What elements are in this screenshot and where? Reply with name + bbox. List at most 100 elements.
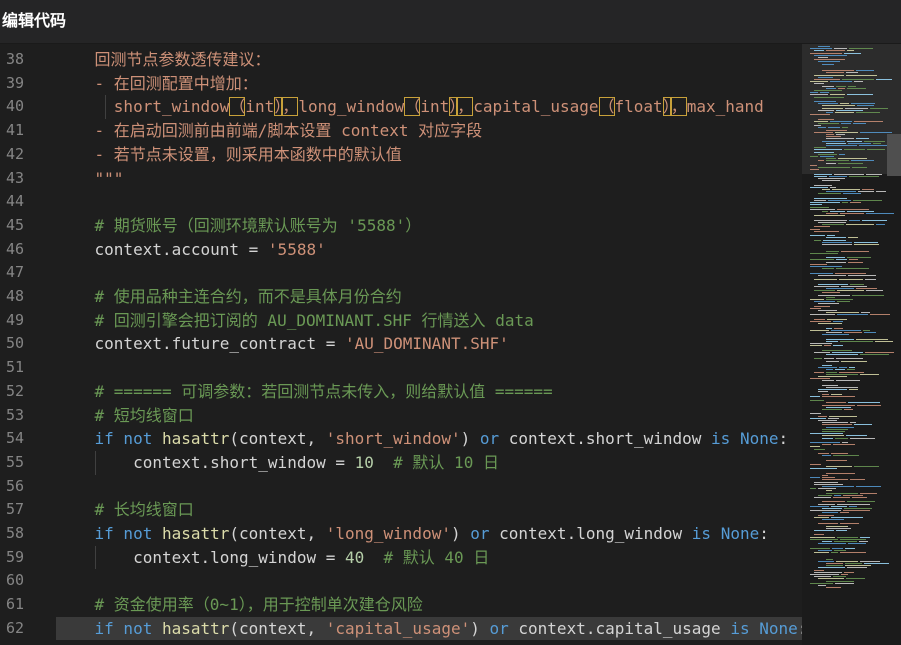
minimap-line: [854, 241, 878, 243]
minimap-line: [842, 79, 874, 80]
minimap-line: [818, 61, 840, 63]
minimap-line: [829, 415, 857, 417]
minimap-line: [822, 519, 844, 520]
code-line[interactable]: context.short_window = 10 # 默认 10 日: [56, 451, 499, 475]
code-token: 40: [344, 547, 365, 567]
code-line[interactable]: # 期货账号（回测环境默认账号为 '5588'）: [56, 214, 422, 238]
minimap-line: [826, 466, 852, 468]
minimap-line: [836, 530, 847, 531]
minimap-line: [818, 560, 834, 562]
code-token: hasattr: [161, 429, 230, 449]
minimap-line: [818, 57, 828, 58]
minimap-line: [826, 296, 835, 298]
minimap-line: [814, 59, 845, 61]
code-line[interactable]: - 在启动回测前由前端/脚本设置 context 对应字段: [56, 119, 483, 143]
minimap-line: [826, 360, 839, 362]
minimap-line: [814, 125, 821, 127]
minimap-line: [826, 136, 841, 138]
minimap-line: [822, 435, 844, 437]
minimap-line: [822, 224, 844, 226]
minimap-line: [822, 334, 849, 336]
code-line-current[interactable]: if not hasattr(context, 'capital_usage')…: [56, 616, 802, 641]
minimap-line: [845, 563, 862, 564]
minimap-line: [830, 211, 845, 212]
minimap-line: [810, 266, 842, 267]
minimap-line: [814, 318, 825, 320]
code-line[interactable]: # 长均线窗口: [56, 498, 194, 522]
minimap-line: [870, 107, 888, 109]
minimap-line: [836, 109, 863, 111]
code-text-area[interactable]: 回测节点参数透传建议： - 在回测配置中增加： short_window（int…: [56, 44, 802, 645]
line-number: 52: [5, 381, 24, 400]
minimap-line: [822, 384, 838, 386]
editor-area[interactable]: 38 39 40 41 42 43 44 45 46 47 48 49 50 51 52 53 54 55 56 57…: [0, 44, 901, 645]
minimap-line: [818, 283, 848, 285]
minimap-line: [826, 312, 859, 314]
code-line[interactable]: if not hasattr(context, 'short_window') …: [56, 427, 789, 451]
minimap-line: [822, 541, 832, 542]
minimap-line: [822, 85, 834, 87]
code-line[interactable]: context.future_contract = 'AU_DOMINANT.S…: [56, 332, 509, 356]
minimap-line: [826, 145, 857, 146]
minimap-line: [810, 574, 839, 575]
minimap-line: [810, 378, 830, 380]
minimap-line: [844, 571, 854, 573]
code-line[interactable]: context.account = '5588': [56, 238, 326, 262]
minimap-line: [835, 369, 845, 371]
minimap-line: [841, 285, 867, 287]
code-token: hasattr: [161, 618, 230, 638]
minimap-line: [854, 81, 863, 83]
line-number: 49: [5, 310, 24, 329]
minimap-line: [857, 404, 881, 406]
minimap-line: [814, 285, 839, 287]
minimap-line: [814, 131, 833, 133]
minimap-line: [814, 576, 831, 578]
vertical-scrollbar[interactable]: [887, 44, 901, 645]
code-token: or: [489, 618, 509, 638]
minimap-line: [814, 151, 834, 153]
code-token: is None: [730, 618, 798, 638]
minimap-line: [844, 332, 862, 333]
minimap-line: [840, 512, 849, 514]
code-token: 'short_window': [325, 429, 461, 449]
minimap-line: [824, 345, 831, 347]
minimap-line: [820, 92, 829, 94]
minimap-line: [847, 211, 874, 212]
highlighted-fullwidth-char: ，: [282, 97, 299, 117]
code-token: is None: [711, 429, 779, 449]
code-line[interactable]: if not hasattr(context, 'long_window') o…: [56, 522, 769, 546]
minimap-line: [856, 338, 888, 340]
line-number: 56: [5, 476, 24, 495]
minimap-line: [814, 197, 847, 199]
minimap-line: [860, 354, 889, 355]
scrollbar-thumb[interactable]: [887, 134, 901, 176]
code-line[interactable]: # 回测引擎会把订阅的 AU_DOMINANT.SHF 行情送入 data: [56, 309, 534, 333]
minimap-line: [847, 567, 867, 569]
minimap-line: [826, 134, 834, 135]
code-line[interactable]: # 使用品种主连合约，而不是具体月份合约: [56, 285, 402, 309]
minimap-line: [842, 442, 848, 443]
minimap-line: [826, 387, 858, 388]
code-line[interactable]: context.long_window = 40 # 默认 40 日: [56, 546, 489, 570]
code-line[interactable]: # 短均线窗口: [56, 404, 194, 428]
minimap-line: [876, 224, 885, 226]
code-line[interactable]: - 若节点未设置，则采用本函数中的默认值: [56, 143, 402, 167]
minimap-line: [822, 424, 852, 426]
indent-guide: [105, 95, 106, 120]
code-line[interactable]: - 在回测配置中增加：: [56, 72, 258, 96]
code-line[interactable]: """: [56, 167, 124, 191]
minimap-line: [826, 492, 858, 494]
indent-guide: [95, 545, 96, 570]
minimap-line: [822, 409, 842, 410]
minimap-line: [826, 406, 851, 408]
minimap-line: [835, 131, 858, 133]
code-token: 'long_window': [325, 524, 451, 543]
minimap-line: [822, 486, 854, 487]
code-line[interactable]: 回测节点参数透传建议：: [56, 48, 271, 72]
code-line[interactable]: # 资金使用率（0~1），用于控制单次建仓风险: [56, 593, 423, 617]
code-line[interactable]: short_window（int），long_window（int），capit…: [56, 95, 764, 119]
code-line[interactable]: # ====== 可调参数：若回测节点未传入，则给默认值 ======: [56, 380, 553, 404]
minimap-line: [810, 547, 830, 549]
